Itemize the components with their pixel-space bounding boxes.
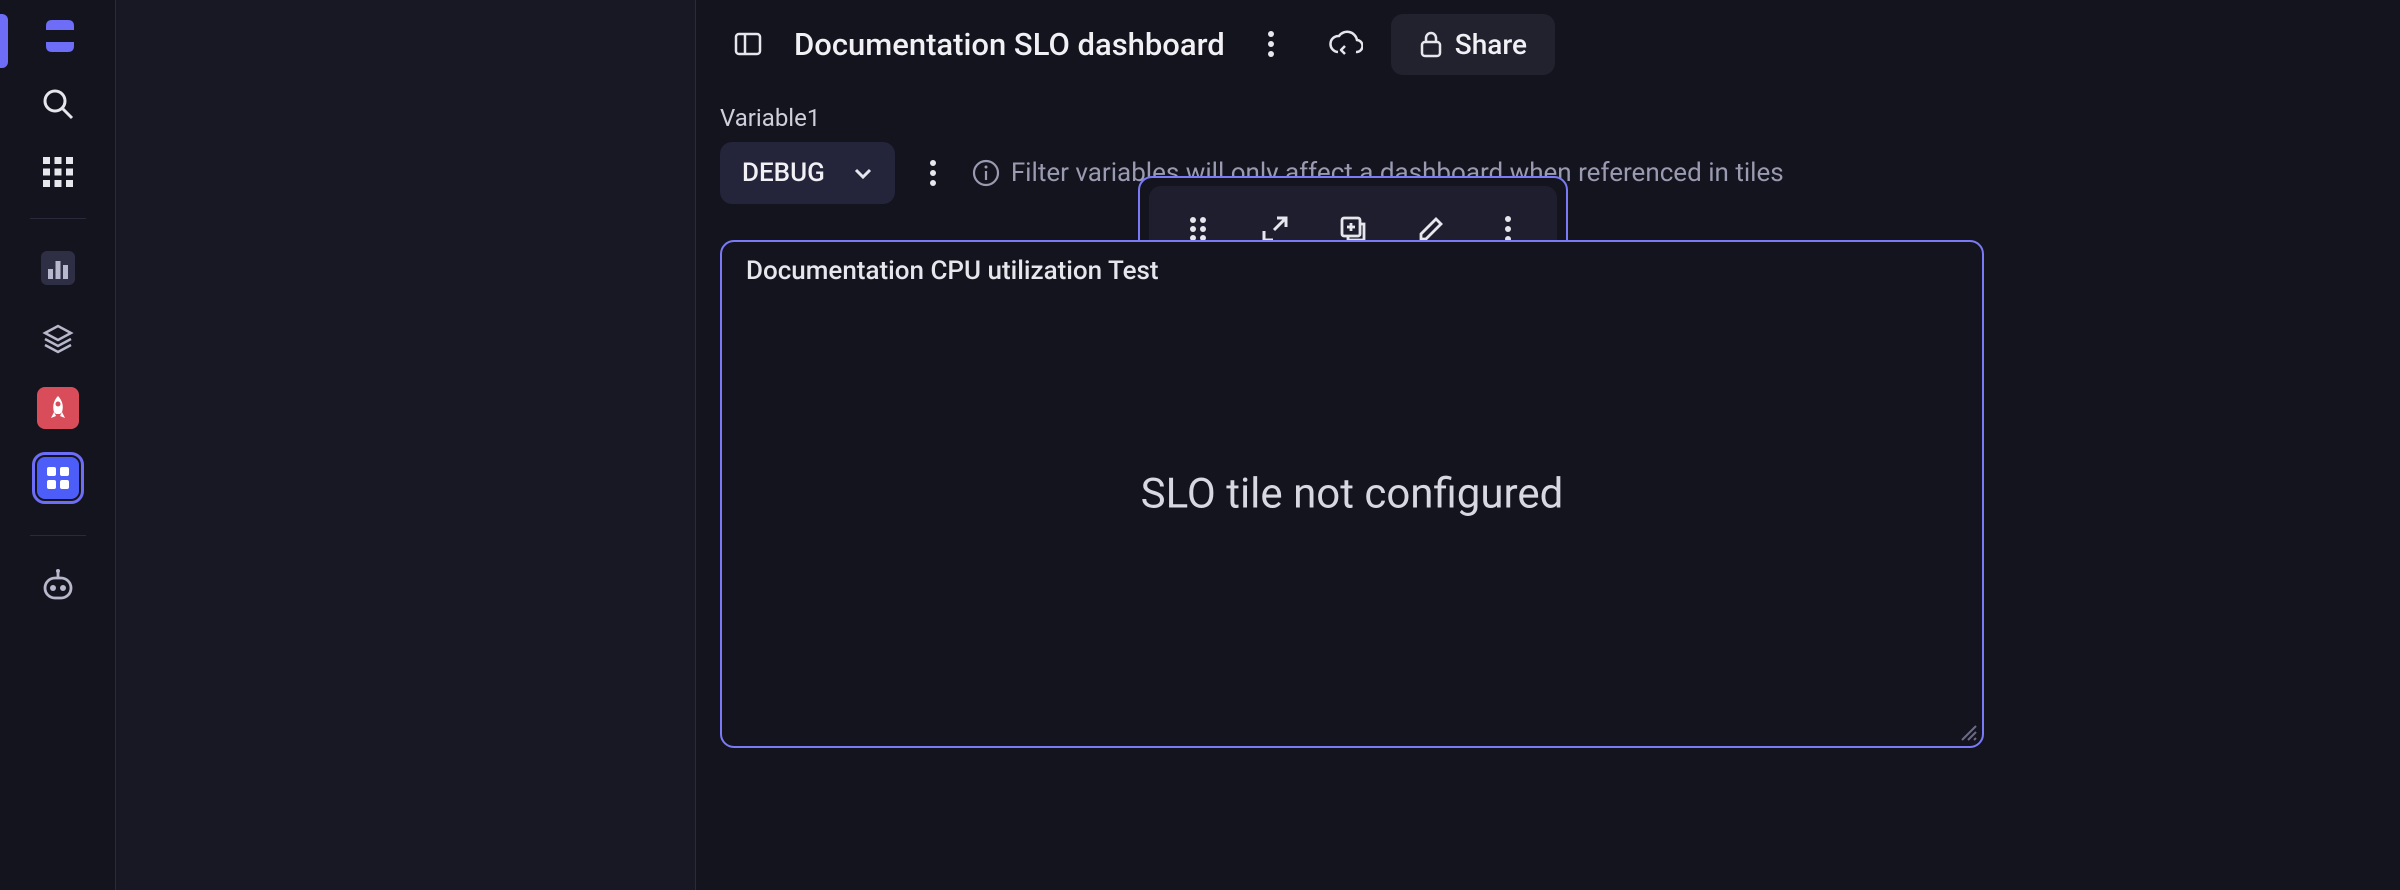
rail-divider [30, 218, 86, 219]
dashboard-header: Documentation SLO dashboard Share [696, 0, 2400, 80]
resize-handle-icon[interactable] [1956, 720, 1978, 742]
share-button[interactable]: Share [1391, 14, 1555, 75]
rocket-icon[interactable] [37, 387, 79, 429]
panel-left-icon[interactable] [720, 16, 776, 72]
rail-active-indicator [0, 14, 8, 68]
bar-chart-icon[interactable] [37, 247, 79, 289]
variable-label: Variable1 [720, 104, 2376, 132]
slo-tile[interactable]: Documentation CPU utilization Test SLO t… [720, 240, 1984, 748]
more-vertical-icon[interactable] [1243, 16, 1299, 72]
secondary-panel [116, 0, 696, 890]
rail-divider-2 [30, 535, 86, 536]
cloud-sync-icon[interactable] [1317, 16, 1373, 72]
nav-rail [0, 0, 116, 890]
search-icon[interactable] [36, 82, 80, 126]
dashboard-title[interactable]: Documentation SLO dashboard [794, 26, 1225, 63]
bot-icon[interactable] [36, 564, 80, 608]
main-content: Documentation SLO dashboard Share Variab… [696, 0, 2400, 890]
variable-select[interactable]: DEBUG [720, 142, 895, 204]
tile-title: Documentation CPU utilization Test [746, 256, 1159, 286]
info-icon [971, 158, 1001, 188]
share-label: Share [1455, 28, 1527, 61]
tile-empty-message: SLO tile not configured [1141, 470, 1564, 519]
lock-icon [1419, 30, 1443, 58]
variable-more-icon[interactable] [913, 145, 953, 201]
apps-grid-icon[interactable] [36, 150, 80, 194]
variable-value: DEBUG [742, 158, 825, 188]
dynatrace-logo-icon[interactable] [36, 14, 80, 58]
chevron-down-icon [853, 166, 873, 180]
tile-area: Documentation CPU utilization Test SLO t… [696, 204, 2400, 784]
dashboard-app-icon[interactable] [37, 457, 79, 499]
stack-icon[interactable] [37, 317, 79, 359]
